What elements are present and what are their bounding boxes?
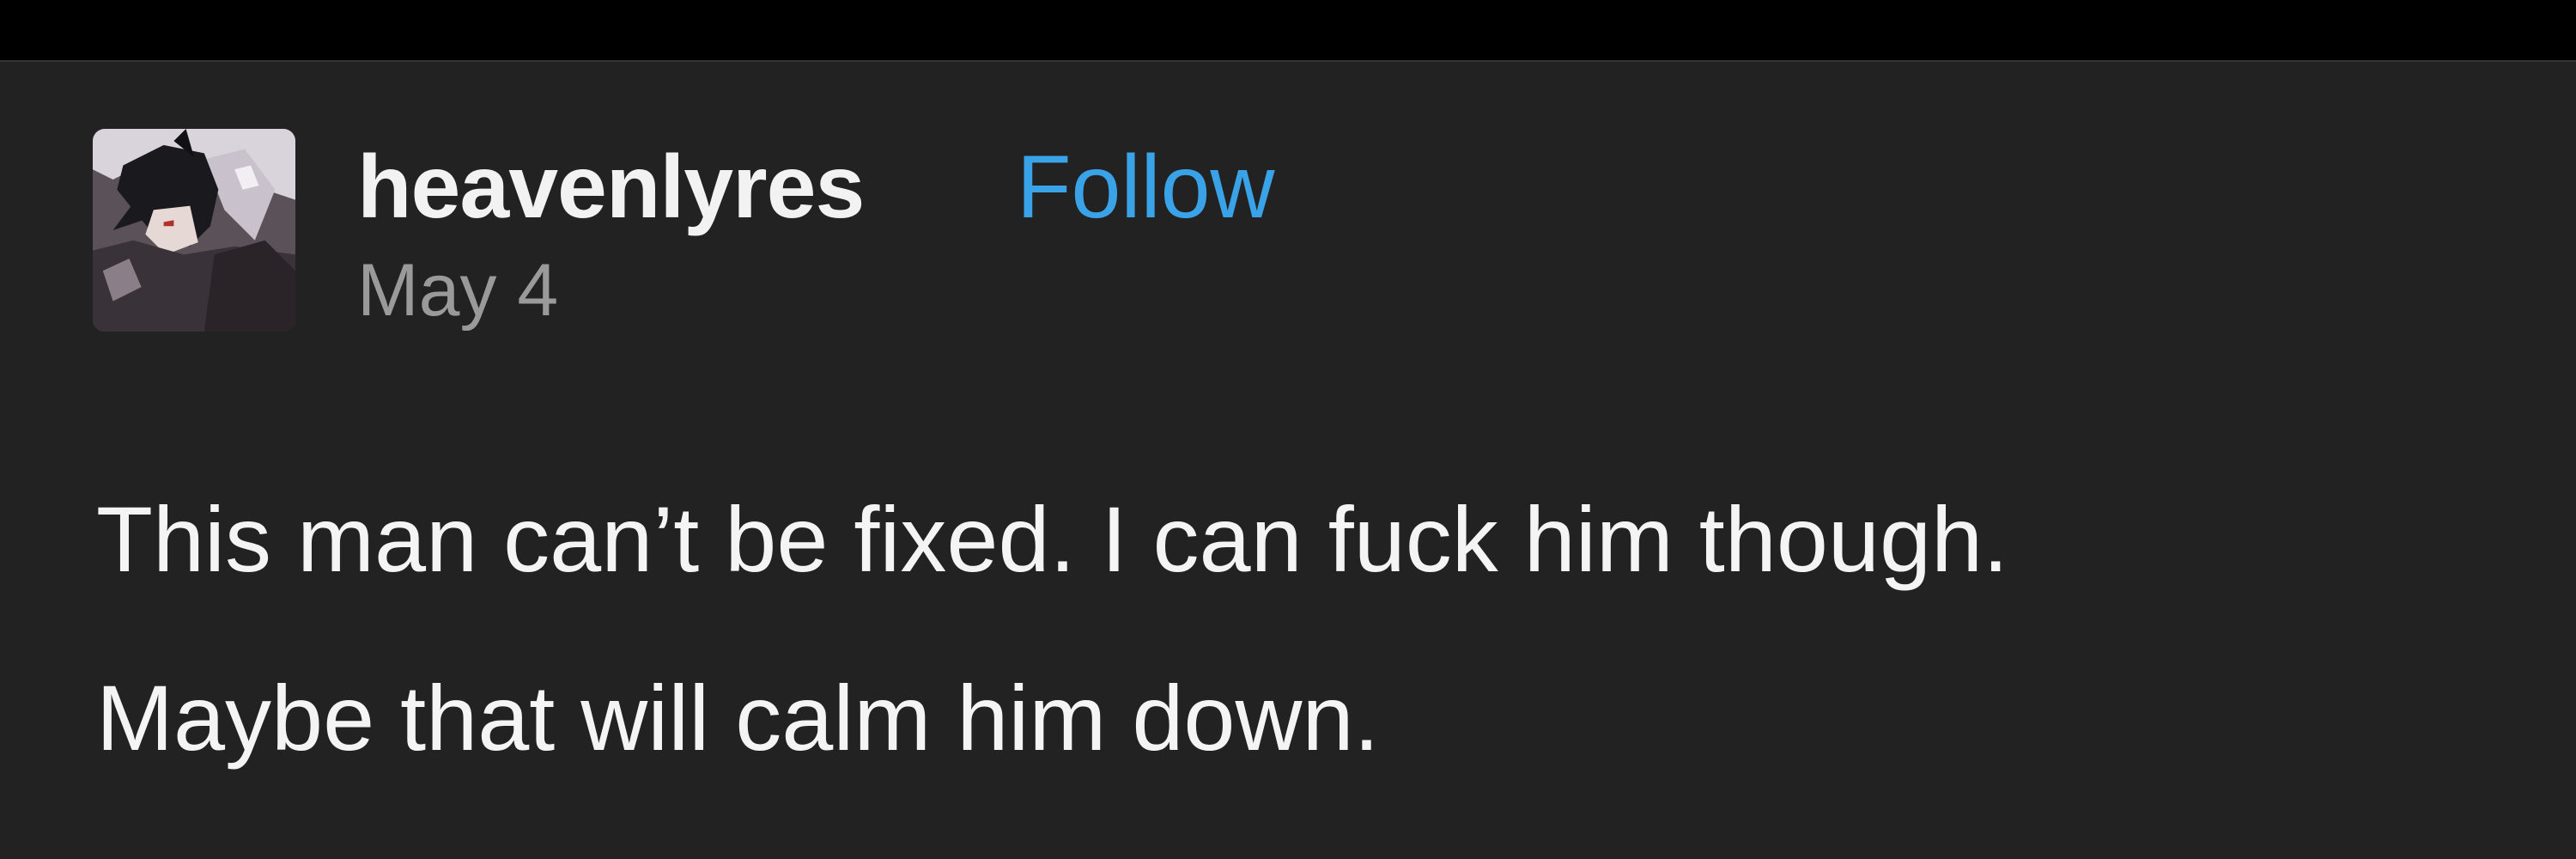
post-card: heavenlyres Follow May 4 This man can’t … — [0, 62, 2576, 859]
avatar[interactable] — [93, 129, 295, 332]
post-body-line: This man can’t be fixed. I can fuck him … — [96, 487, 2009, 591]
avatar-image-icon — [93, 129, 295, 332]
post-body: This man can’t be fixed. I can fuck him … — [96, 450, 2500, 807]
username[interactable]: heavenlyres — [357, 136, 865, 239]
top-bar — [0, 0, 2576, 60]
post-date[interactable]: May 4 — [357, 247, 558, 333]
follow-button[interactable]: Follow — [1017, 136, 1275, 239]
post-body-line: Maybe that will calm him down. — [96, 666, 1380, 770]
